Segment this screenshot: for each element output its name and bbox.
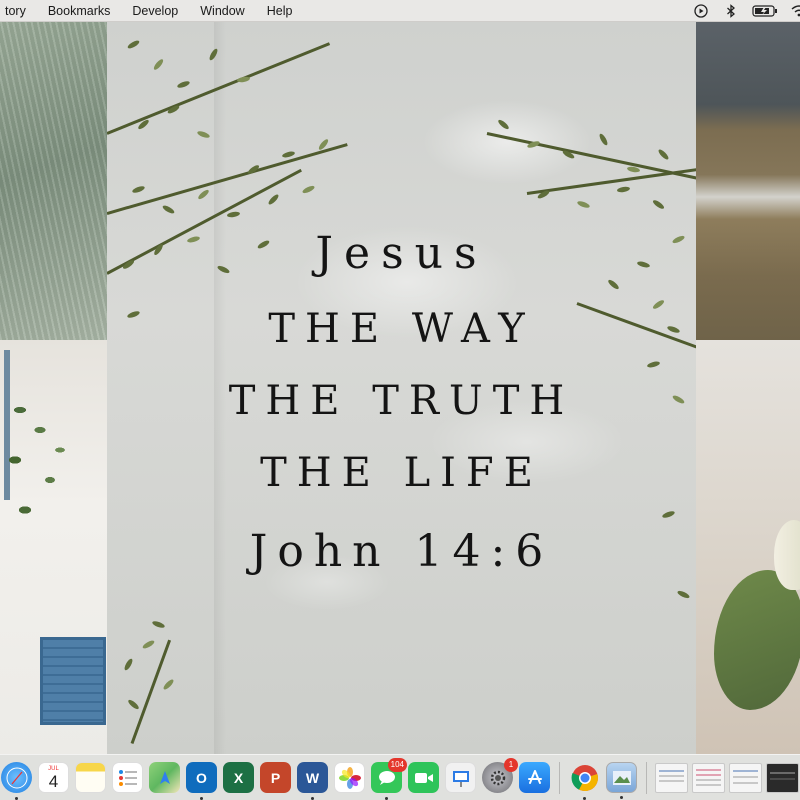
menu-bar: tory Bookmarks Develop Window Help <box>0 0 800 22</box>
bluetooth-icon[interactable] <box>720 0 742 22</box>
excel-icon[interactable]: X <box>223 762 254 793</box>
system-preferences-icon[interactable]: 1 <box>482 758 518 793</box>
safari-icon[interactable] <box>1 762 32 800</box>
chrome-icon[interactable] <box>569 762 600 800</box>
wallpaper-cliffs <box>696 22 800 340</box>
menu-help[interactable]: Help <box>256 0 304 22</box>
tulip-flower <box>774 520 800 590</box>
bible-quote: Jesus THE WAY THE TRUTH THE LIFE John 14… <box>107 22 696 754</box>
keynote-icon[interactable] <box>445 762 476 793</box>
preview-icon[interactable] <box>606 762 637 799</box>
desktop-wallpaper: Jesus THE WAY THE TRUTH THE LIFE John 14… <box>0 22 800 754</box>
notes-icon[interactable] <box>75 762 106 793</box>
menu-history[interactable]: tory <box>0 0 37 22</box>
status-area <box>682 0 800 22</box>
outlook-icon[interactable]: O <box>186 762 217 800</box>
word-icon[interactable]: W <box>297 762 328 800</box>
reminders-icon[interactable] <box>112 762 143 793</box>
menu-items: tory Bookmarks Develop Window Help <box>0 0 303 21</box>
dock-separator <box>646 761 647 794</box>
powerpoint-letter: P <box>270 769 281 786</box>
quote-line-the-life: THE LIFE <box>260 450 543 496</box>
wallpaper-palm-leaf <box>0 22 108 340</box>
messages-badge: 104 <box>387 758 407 772</box>
word-letter: W <box>305 769 320 786</box>
play-circle-icon[interactable] <box>690 0 712 22</box>
wallpaper-quote-panel: Jesus THE WAY THE TRUTH THE LIFE John 14… <box>107 22 696 754</box>
excel-letter: X <box>233 769 244 786</box>
wallpaper-vine <box>0 380 80 560</box>
powerpoint-icon[interactable]: P <box>260 762 291 793</box>
dock-separator <box>559 761 560 794</box>
wallpaper-white-house <box>0 340 108 754</box>
blue-shutter <box>40 637 106 725</box>
minimized-window-thumbnail[interactable] <box>692 762 725 793</box>
maps-icon[interactable] <box>149 762 180 793</box>
facetime-icon[interactable] <box>408 762 439 793</box>
calendar-icon[interactable]: JUL 4 <box>38 762 69 793</box>
menu-bookmarks[interactable]: Bookmarks <box>37 0 122 22</box>
quote-line-the-truth: THE TRUTH <box>228 378 575 424</box>
system-preferences-badge: 1 <box>504 758 518 772</box>
battery-charging-icon[interactable] <box>750 0 780 22</box>
minimized-window-thumbnail[interactable] <box>729 762 762 793</box>
minimized-window-thumbnail[interactable] <box>655 762 688 793</box>
dock: JUL 4 O X P W 104 1 <box>0 754 800 800</box>
menu-window[interactable]: Window <box>189 0 255 22</box>
minimized-window-thumbnail[interactable] <box>766 762 799 793</box>
wallpaper-tulips <box>696 340 800 754</box>
calendar-day: 4 <box>48 772 59 791</box>
wifi-icon[interactable] <box>788 0 800 22</box>
photos-icon[interactable] <box>334 762 365 793</box>
quote-line-jesus: Jesus <box>315 228 488 279</box>
app-store-icon[interactable] <box>519 762 550 793</box>
outlook-letter: O <box>196 769 207 786</box>
quote-line-the-way: THE WAY <box>268 306 535 352</box>
quote-reference: John 14:6 <box>249 526 554 577</box>
messages-icon[interactable]: 104 <box>371 758 407 800</box>
tulip-leaf <box>714 570 800 710</box>
menu-develop[interactable]: Develop <box>121 0 189 22</box>
